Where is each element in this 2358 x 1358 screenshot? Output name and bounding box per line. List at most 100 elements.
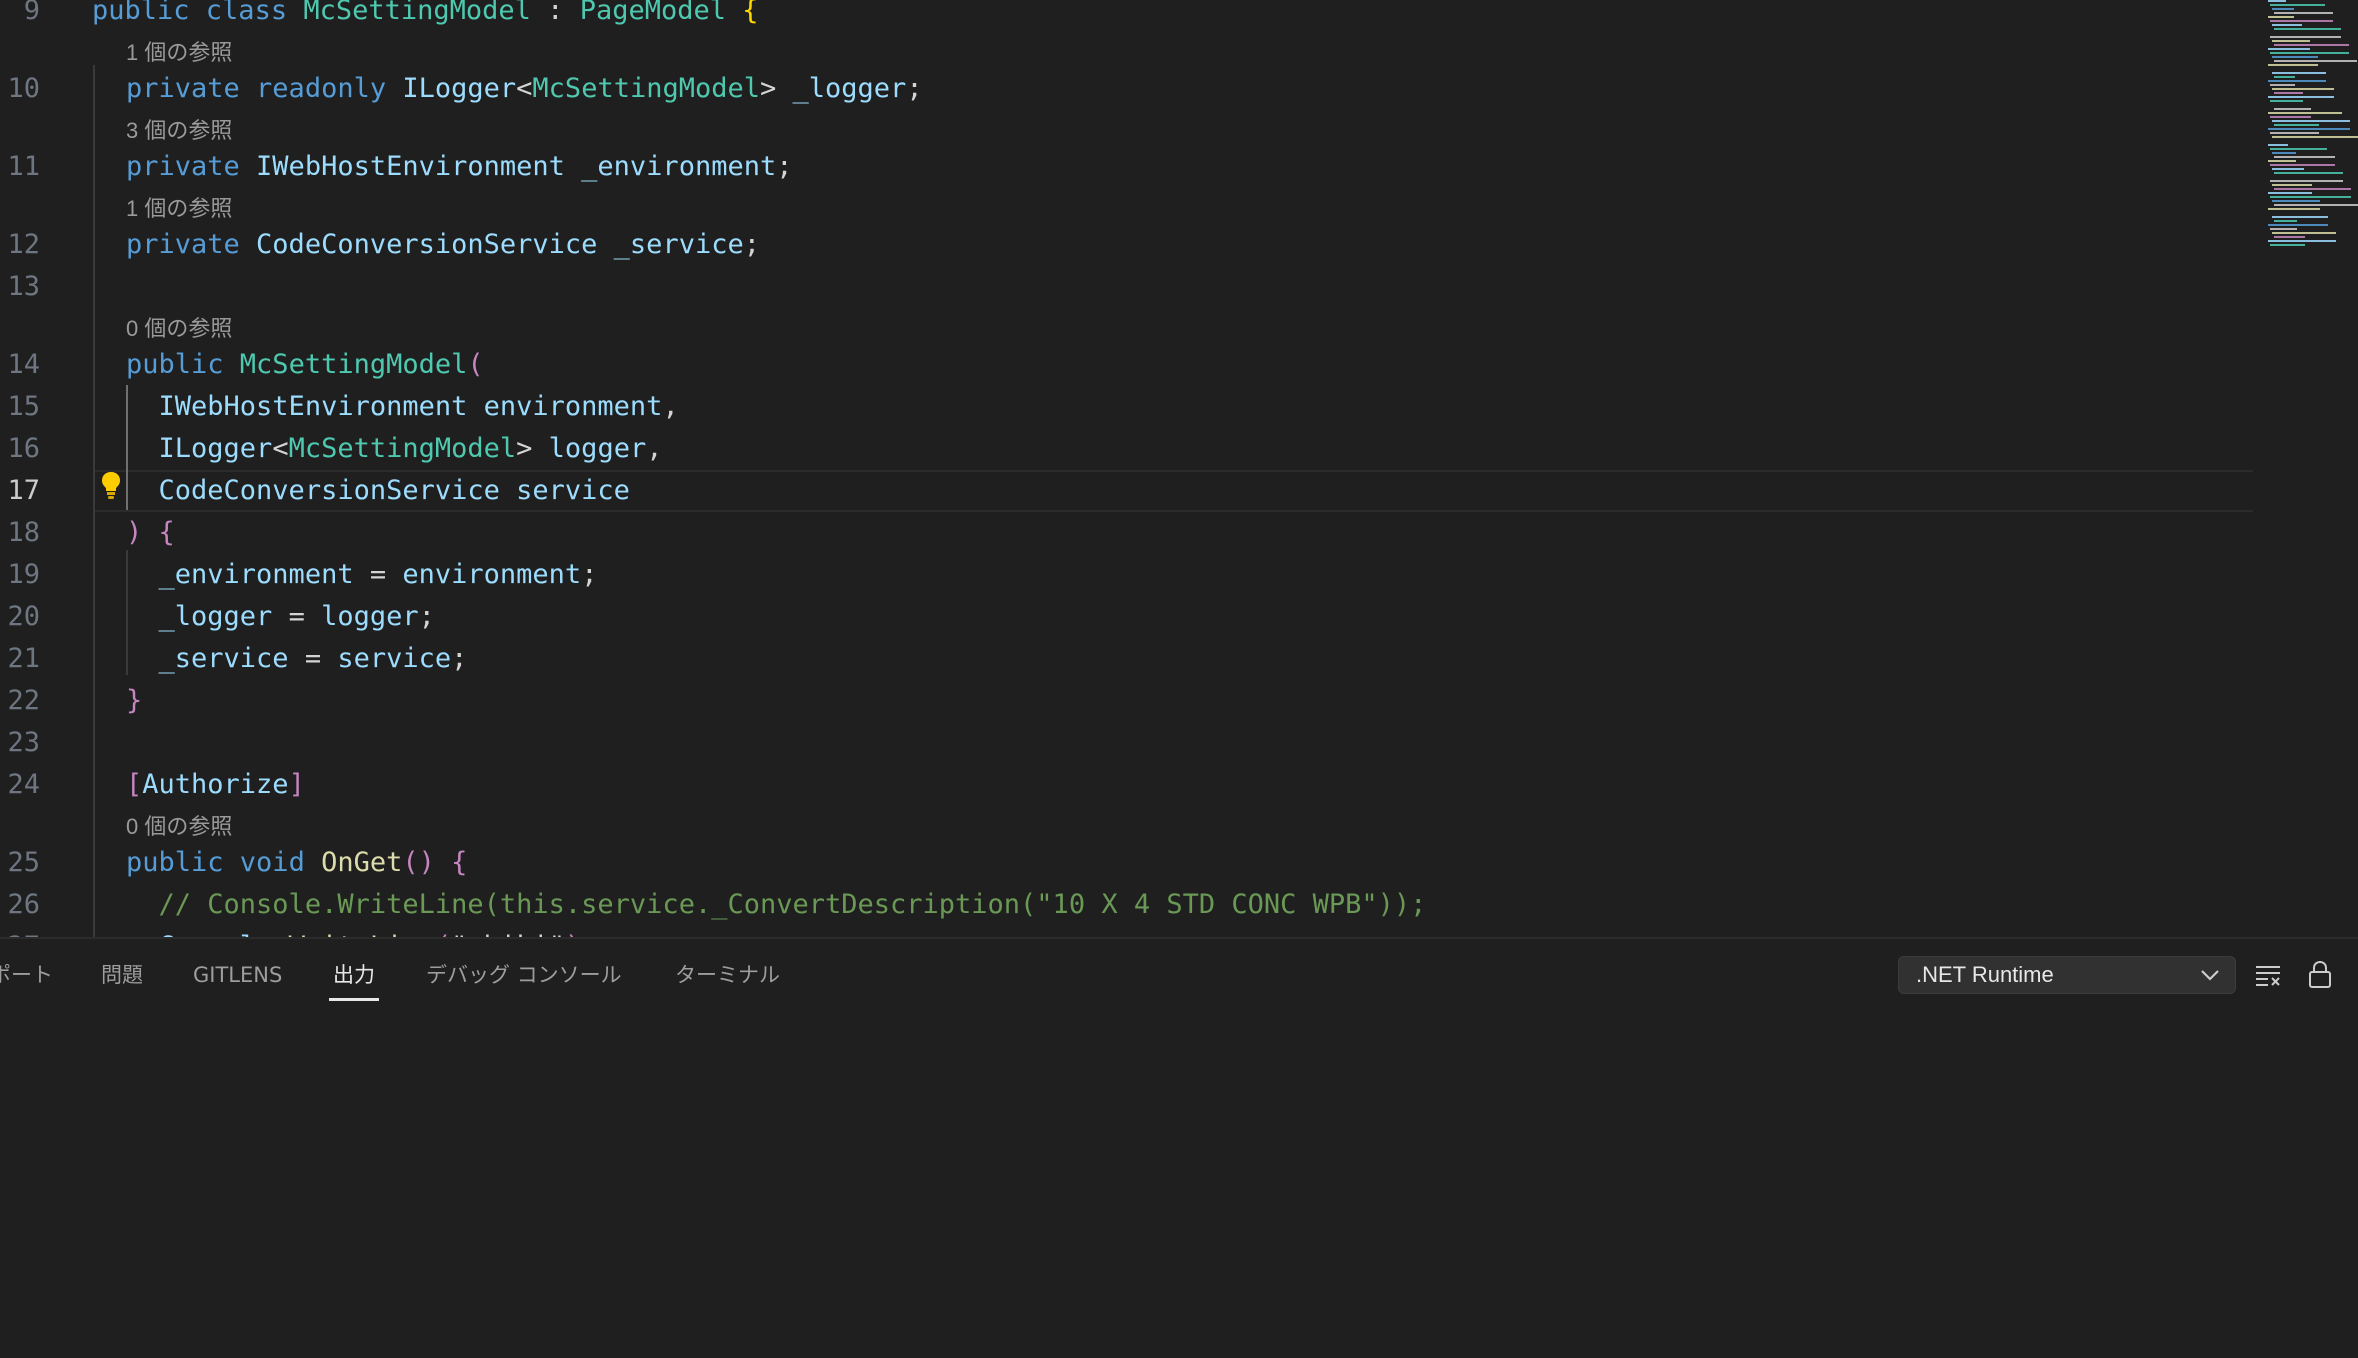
code-token: _service bbox=[613, 229, 744, 260]
code-text[interactable]: // Console.WriteLine(this.service._Conve… bbox=[126, 884, 1427, 926]
code-text[interactable]: _environment = environment; bbox=[126, 554, 598, 596]
codelens-references[interactable]: 3 個の参照 bbox=[126, 114, 232, 148]
minimap-line bbox=[2270, 116, 2311, 118]
code-token: public bbox=[126, 349, 240, 380]
lightbulb-icon[interactable] bbox=[100, 470, 122, 500]
minimap-line bbox=[2268, 208, 2320, 210]
codelens-references[interactable]: 1 個の参照 bbox=[126, 192, 232, 226]
code-text[interactable]: _logger = logger; bbox=[126, 596, 435, 638]
code-line[interactable]: 9 public class McSettingModel : PageModel… bbox=[0, 0, 2250, 32]
code-token: ; bbox=[906, 73, 923, 104]
code-text[interactable]: private readonly ILogger<McSettingModel>… bbox=[126, 68, 923, 110]
code-line[interactable]: 24 [Authorize] bbox=[0, 764, 2250, 806]
code-line[interactable]: 17 CodeConversionService service bbox=[0, 470, 2250, 512]
output-channel-select[interactable]: .NET Runtime bbox=[1898, 956, 2236, 994]
code-line[interactable]: 21 _service = service; bbox=[0, 638, 2250, 680]
minimap-line bbox=[2272, 56, 2318, 58]
minimap-line bbox=[2268, 240, 2336, 242]
code-token: ] bbox=[288, 769, 305, 800]
minimap-line bbox=[2274, 124, 2319, 126]
code-text[interactable]: private CodeConversionService _service; bbox=[126, 224, 760, 266]
code-token: _logger bbox=[792, 73, 907, 104]
code-text[interactable]: IWebHostEnvironment environment, bbox=[126, 386, 679, 428]
tab-ports[interactable]: ポート bbox=[0, 957, 53, 993]
minimap-line bbox=[2270, 164, 2335, 166]
code-text[interactable]: ) { bbox=[126, 512, 175, 554]
code-line[interactable]: 14 public McSettingModel( bbox=[0, 344, 2250, 386]
line-number: 14 bbox=[7, 349, 40, 380]
line-number: 12 bbox=[7, 229, 40, 260]
code-line[interactable]: 26 // Console.WriteLine(this.service._Co… bbox=[0, 884, 2250, 926]
code-token: private bbox=[126, 151, 257, 182]
minimap-line bbox=[2274, 12, 2333, 14]
code-editor[interactable]: 9 public class McSettingModel : PageModel… bbox=[0, 0, 2358, 937]
code-line[interactable]: 18) { bbox=[0, 512, 2250, 554]
code-line[interactable]: 25 public void OnGet() { bbox=[0, 842, 2250, 884]
bottom-panel: ポート 問題 GITLENS 出力 デバッグ コンソール ターミナル .NET … bbox=[0, 939, 2358, 1358]
tab-gitlens[interactable]: GITLENS bbox=[193, 957, 282, 993]
codelens-references[interactable]: 0 個の参照 bbox=[126, 810, 232, 844]
lock-icon[interactable] bbox=[2305, 959, 2335, 989]
code-line[interactable]: 20 _logger = logger; bbox=[0, 596, 2250, 638]
code-line[interactable]: 27 Console.WriteLine("shiki") bbox=[0, 926, 2250, 937]
code-line[interactable]: 15 IWebHostEnvironment environment, bbox=[0, 386, 2250, 428]
code-token: } bbox=[126, 685, 143, 716]
code-line[interactable]: 23 bbox=[0, 722, 2250, 764]
line-number: 27 bbox=[0, 926, 40, 937]
code-text[interactable]: CodeConversionService service bbox=[126, 470, 630, 512]
minimap-line bbox=[2272, 136, 2358, 138]
minimap-line bbox=[2268, 128, 2350, 130]
output-channel-label: .NET Runtime bbox=[1916, 962, 2054, 987]
code-text[interactable]: Console.WriteLine("shiki") bbox=[126, 926, 582, 937]
clear-output-icon[interactable] bbox=[2253, 959, 2283, 989]
minimap-line bbox=[2274, 60, 2357, 62]
tab-output[interactable]: 出力 bbox=[329, 957, 379, 1001]
code-text[interactable]: [Authorize] bbox=[126, 764, 305, 806]
code-text[interactable]: ILogger<McSettingModel> logger, bbox=[126, 428, 663, 470]
code-token: private bbox=[126, 229, 257, 260]
code-text[interactable]: } bbox=[126, 680, 142, 722]
code-token: service bbox=[516, 475, 630, 506]
code-token: , bbox=[662, 391, 679, 422]
minimap-line bbox=[2270, 180, 2343, 182]
minimap-line bbox=[2272, 24, 2302, 26]
line-number: 25 bbox=[7, 847, 40, 878]
code-token: () bbox=[402, 847, 452, 878]
line-number: 15 bbox=[7, 391, 40, 422]
tab-problems[interactable]: 問題 bbox=[101, 957, 143, 993]
code-token: < bbox=[272, 433, 289, 464]
minimap-line bbox=[2272, 88, 2334, 90]
code-text[interactable]: private IWebHostEnvironment _environment… bbox=[126, 146, 793, 188]
minimap-line bbox=[2272, 200, 2320, 202]
code-token: ; bbox=[581, 559, 598, 590]
codelens-references[interactable]: 1 個の参照 bbox=[126, 36, 232, 70]
tab-debug-console[interactable]: デバッグ コンソール bbox=[426, 957, 622, 993]
code-text[interactable]: public McSettingModel( bbox=[126, 344, 484, 386]
code-line[interactable]: 13 bbox=[0, 266, 2250, 308]
line-number: 24 bbox=[7, 769, 40, 800]
code-line[interactable]: 12 private CodeConversionService _service… bbox=[0, 224, 2250, 266]
code-token: = bbox=[272, 601, 322, 632]
code-line[interactable]: 19 _environment = environment; bbox=[0, 554, 2250, 596]
code-token: void bbox=[239, 847, 322, 878]
code-line[interactable]: 10 private readonly ILogger<McSettingMode… bbox=[0, 68, 2250, 110]
minimap[interactable] bbox=[2260, 0, 2358, 260]
tab-terminal[interactable]: ターミナル bbox=[675, 957, 780, 993]
code-token: ; bbox=[743, 229, 760, 260]
code-token: = bbox=[353, 559, 403, 590]
code-token: logger bbox=[548, 433, 647, 464]
code-text[interactable]: public class McSettingModel : PageModel … bbox=[92, 0, 759, 32]
minimap-line bbox=[2272, 216, 2328, 218]
code-line[interactable]: 22} bbox=[0, 680, 2250, 722]
codelens-references[interactable]: 0 個の参照 bbox=[126, 312, 232, 346]
code-line[interactable]: 11 private IWebHostEnvironment _environme… bbox=[0, 146, 2250, 188]
code-text[interactable]: _service = service; bbox=[126, 638, 468, 680]
line-number: 23 bbox=[7, 727, 40, 758]
code-token: class bbox=[205, 0, 304, 26]
code-token: ; bbox=[418, 601, 435, 632]
code-text[interactable]: public void OnGet() { bbox=[126, 842, 467, 884]
code-token: PageModel bbox=[579, 0, 743, 26]
code-line[interactable]: 16 ILogger<McSettingModel> logger, bbox=[0, 428, 2250, 470]
code-token: { bbox=[158, 517, 175, 548]
